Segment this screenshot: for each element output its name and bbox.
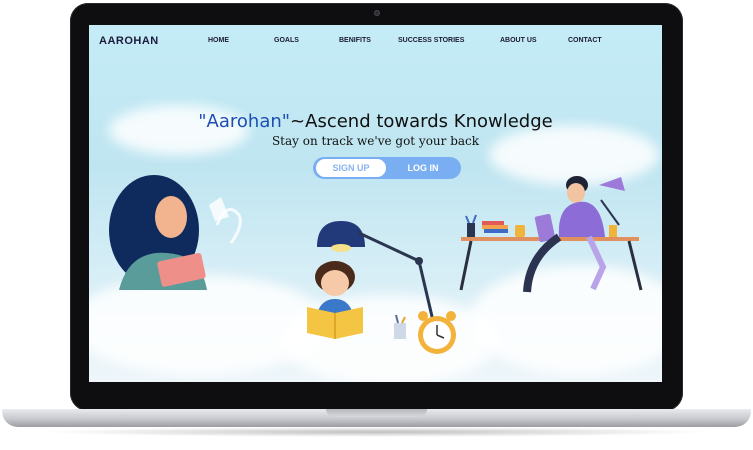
webcam-icon [374, 10, 380, 16]
nav-item-benifits[interactable]: BENIFITS [339, 37, 371, 44]
navbar: AAROHAN HOME GOALS BENIFITS SUCCESS STOR… [89, 25, 662, 59]
nav-item-contact[interactable]: CONTACT [568, 37, 602, 44]
auth-button-group: SIGN UP LOG IN [313, 157, 461, 179]
nav-item-about-us[interactable]: ABOUT US [500, 37, 537, 44]
hero-headline: "Aarohan"~Ascend towards Knowledge [89, 111, 662, 132]
nav-item-success-stories[interactable]: SUCCESS STORIES [398, 37, 464, 44]
hero-subline: Stay on track we've got your back [271, 134, 480, 148]
hero-headline-brand: "Aarohan" [198, 111, 291, 132]
laptop-notch [326, 409, 427, 417]
log-in-button[interactable]: LOG IN [389, 159, 457, 177]
hero-illustration [109, 175, 643, 354]
man-studying-at-desk-illustration [459, 176, 643, 293]
alarm-clock-illustration [394, 311, 456, 354]
sign-up-button[interactable]: SIGN UP [316, 159, 386, 177]
nav-item-home[interactable]: HOME [208, 37, 229, 44]
nav-item-goals[interactable]: GOALS [274, 37, 299, 44]
website-screen: AAROHAN HOME GOALS BENIFITS SUCCESS STOR… [89, 25, 662, 382]
hero-headline-rest: ~Ascend towards Knowledge [290, 111, 553, 132]
girl-reading-book-illustration [307, 261, 363, 339]
woman-reading-illustration [109, 175, 242, 290]
laptop-shadow [40, 427, 713, 437]
brand-logo[interactable]: AAROHAN [99, 35, 159, 47]
